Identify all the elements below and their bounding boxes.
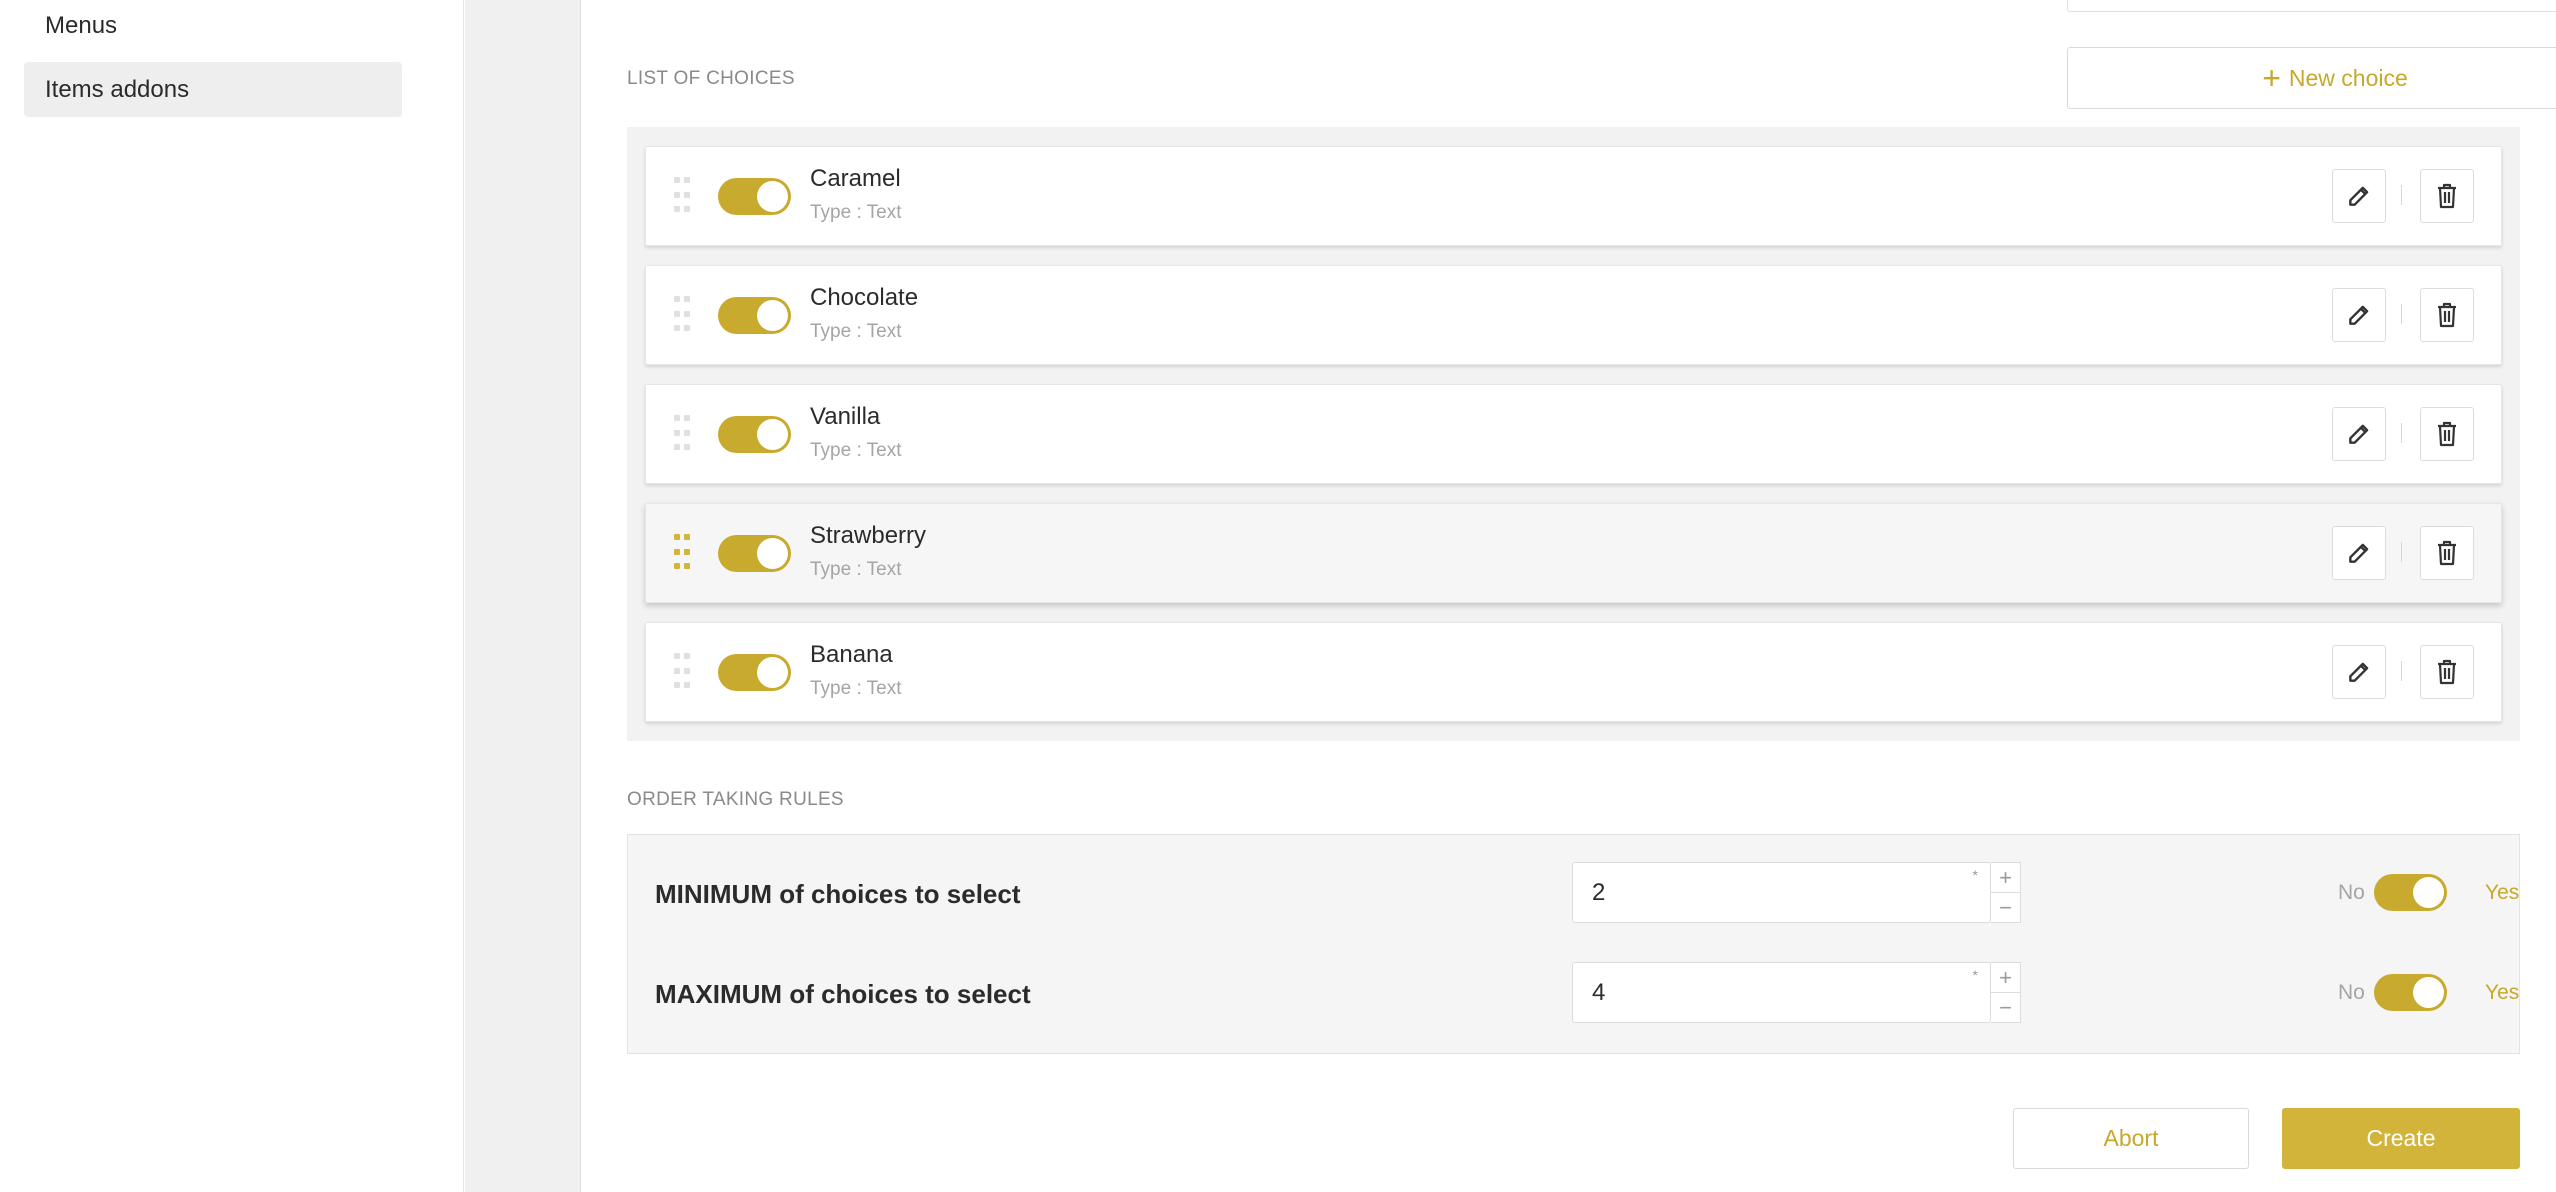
trash-icon	[2438, 659, 2456, 685]
minimum-value: 2	[1592, 878, 1606, 906]
trash-icon	[2438, 540, 2456, 566]
order-taking-rules-heading: ORDER TAKING RULES	[627, 789, 844, 810]
delete-choice-button[interactable]	[2420, 407, 2474, 461]
minimum-stepper[interactable]: + −	[1991, 862, 2021, 923]
divider	[2401, 185, 2402, 205]
choices-list: Caramel Type : Text Chocolate Type : Tex…	[627, 127, 2520, 741]
trash-icon	[2438, 302, 2456, 328]
main-content: LIST OF CHOICES + New choice Caramel Typ…	[582, 0, 2556, 1192]
rules-panel: MINIMUM of choices to select 2 * + − No …	[627, 834, 2520, 1054]
pencil-icon	[2349, 424, 2369, 444]
previous-field[interactable]	[2067, 0, 2556, 12]
choice-name: Banana	[810, 641, 893, 668]
pencil-icon	[2349, 543, 2369, 563]
edit-choice-button[interactable]	[2332, 288, 2386, 342]
required-mark: *	[1972, 867, 1978, 883]
divider	[2401, 423, 2402, 443]
pencil-icon	[2349, 662, 2369, 682]
sidebar: Menus Items addons	[0, 0, 464, 1192]
choice-type: Type : Text	[810, 678, 902, 699]
drag-handle-icon[interactable]	[674, 534, 690, 574]
new-choice-label: New choice	[2288, 64, 2408, 91]
maximum-value: 4	[1592, 978, 1606, 1006]
pencil-icon	[2349, 186, 2369, 206]
choice-enabled-toggle[interactable]	[718, 297, 791, 334]
choice-row: Vanilla Type : Text	[645, 384, 2502, 484]
choice-row: Banana Type : Text	[645, 622, 2502, 722]
choice-type: Type : Text	[810, 440, 902, 461]
choice-type: Type : Text	[810, 321, 902, 342]
choice-row: Caramel Type : Text	[645, 146, 2502, 246]
choice-type: Type : Text	[810, 202, 902, 223]
plus-icon: +	[2262, 60, 2281, 96]
sidebar-item-items-addons[interactable]: Items addons	[24, 62, 402, 117]
abort-button[interactable]: Abort	[2013, 1108, 2249, 1169]
new-choice-button[interactable]: + New choice	[2067, 47, 2556, 109]
minimum-yes-label: Yes	[2485, 881, 2520, 904]
choice-enabled-toggle[interactable]	[718, 178, 791, 215]
create-button[interactable]: Create	[2282, 1108, 2520, 1169]
minimum-rule-toggle[interactable]	[2374, 874, 2447, 911]
drag-handle-icon[interactable]	[674, 296, 690, 336]
delete-choice-button[interactable]	[2420, 169, 2474, 223]
drag-handle-icon[interactable]	[674, 177, 690, 217]
maximum-yes-label: Yes	[2485, 981, 2520, 1004]
increment-button[interactable]: +	[1991, 863, 2020, 893]
edit-choice-button[interactable]	[2332, 169, 2386, 223]
edit-choice-button[interactable]	[2332, 645, 2386, 699]
divider	[2401, 661, 2402, 681]
trash-icon	[2438, 183, 2456, 209]
choice-name: Vanilla	[810, 403, 881, 430]
delete-choice-button[interactable]	[2420, 526, 2474, 580]
sidebar-item-label: Items addons	[45, 75, 190, 103]
sidebar-item-label: Menus	[45, 11, 118, 39]
divider	[2401, 304, 2402, 324]
divider	[2401, 542, 2402, 562]
decrement-button[interactable]: −	[1991, 893, 2020, 923]
choice-name: Strawberry	[810, 522, 927, 549]
choice-name: Caramel	[810, 165, 901, 192]
choice-type: Type : Text	[810, 559, 902, 580]
choice-row: Strawberry Type : Text	[645, 503, 2502, 603]
edit-choice-button[interactable]	[2332, 407, 2386, 461]
drag-handle-icon[interactable]	[674, 415, 690, 455]
edit-choice-button[interactable]	[2332, 526, 2386, 580]
choice-enabled-toggle[interactable]	[718, 535, 791, 572]
minimum-choices-input[interactable]: 2 *	[1572, 862, 1991, 923]
maximum-choices-input[interactable]: 4 *	[1572, 962, 1991, 1023]
trash-icon	[2438, 421, 2456, 447]
choice-enabled-toggle[interactable]	[718, 654, 791, 691]
delete-choice-button[interactable]	[2420, 288, 2474, 342]
choice-enabled-toggle[interactable]	[718, 416, 791, 453]
gutter	[465, 0, 581, 1192]
sidebar-item-menus[interactable]: Menus	[24, 0, 402, 53]
list-of-choices-heading: LIST OF CHOICES	[627, 68, 795, 89]
maximum-rule-label: MAXIMUM of choices to select	[655, 979, 1031, 1009]
maximum-no-label: No	[2338, 981, 2365, 1004]
decrement-button[interactable]: −	[1991, 993, 2020, 1023]
minimum-no-label: No	[2338, 881, 2365, 904]
required-mark: *	[1972, 967, 1978, 983]
maximum-rule-toggle[interactable]	[2374, 974, 2447, 1011]
increment-button[interactable]: +	[1991, 963, 2020, 993]
maximum-stepper[interactable]: + −	[1991, 962, 2021, 1023]
minimum-rule-label: MINIMUM of choices to select	[655, 879, 1021, 909]
choice-name: Chocolate	[810, 284, 919, 311]
delete-choice-button[interactable]	[2420, 645, 2474, 699]
pencil-icon	[2349, 305, 2369, 325]
choice-row: Chocolate Type : Text	[645, 265, 2502, 365]
drag-handle-icon[interactable]	[674, 653, 690, 693]
